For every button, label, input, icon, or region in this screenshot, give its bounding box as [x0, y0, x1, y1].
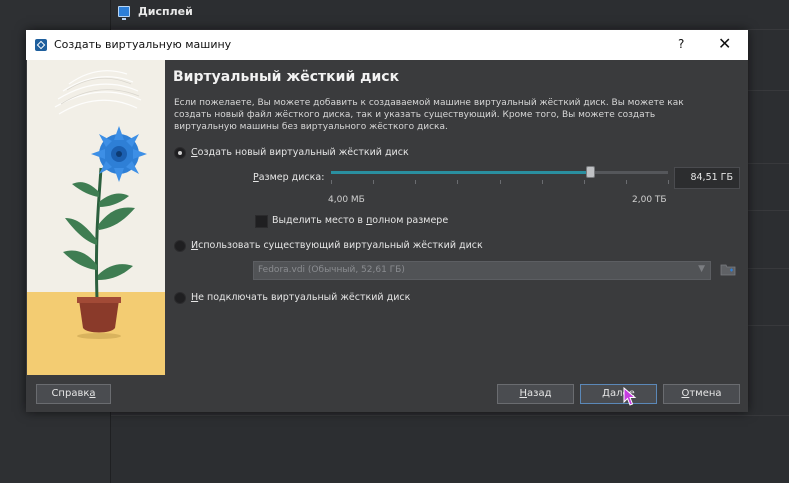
min-size-label: 4,00 МБ [328, 195, 365, 205]
page-title: Виртуальный жёсткий диск [173, 69, 400, 85]
create-new-disk-label[interactable]: Создать новый виртуальный жёсткий диск [191, 147, 409, 158]
help-question-button[interactable]: ? [678, 37, 684, 51]
disk-size-input[interactable]: 84,51 ГБ [674, 167, 740, 189]
no-disk-label[interactable]: Не подключать виртуальный жёсткий диск [191, 292, 410, 303]
display-section-header[interactable]: Дисплей [118, 5, 193, 20]
background-row-divider [111, 415, 789, 416]
no-disk-radio[interactable] [174, 292, 186, 304]
display-section-label: Дисплей [138, 5, 193, 18]
use-existing-disk-radio[interactable] [174, 240, 186, 252]
slider-tick [457, 180, 459, 184]
page-description: Если пожелаете, Вы можете добавить к соз… [174, 98, 684, 132]
disk-size-slider-fill [331, 171, 591, 174]
slider-tick [625, 180, 627, 184]
slider-tick [541, 180, 543, 184]
create-new-disk-radio[interactable] [174, 147, 186, 159]
disk-size-slider-handle[interactable] [586, 166, 596, 178]
dialog-titlebar[interactable]: Создать виртуальную машину ? ✕ [26, 30, 748, 60]
slider-tick [583, 180, 585, 184]
plant-illustration [27, 60, 165, 375]
cancel-button[interactable]: Отмена [663, 384, 740, 404]
create-vm-dialog: Создать виртуальную машину ? ✕ Виртуальн… [26, 30, 748, 412]
existing-disk-value: Fedora.vdi (Обычный, 52,61 ГБ) [258, 265, 405, 275]
chevron-down-icon: ▼ [698, 264, 705, 274]
preallocate-checkbox[interactable] [255, 215, 268, 228]
slider-tick [499, 180, 501, 184]
monitor-icon [118, 6, 130, 20]
virtualbox-icon [35, 39, 47, 51]
close-icon[interactable]: ✕ [718, 34, 731, 54]
wizard-illustration [27, 60, 165, 375]
mouse-cursor-icon [623, 387, 637, 406]
disk-size-slider[interactable] [331, 166, 668, 178]
slider-tick [331, 180, 332, 184]
choose-disk-folder-icon[interactable] [720, 262, 736, 277]
slider-tick [373, 180, 375, 184]
dialog-title: Создать виртуальную машину [54, 38, 232, 51]
disk-size-label: Размер диска: [253, 172, 325, 183]
slider-tick [668, 180, 669, 184]
existing-disk-select[interactable]: Fedora.vdi (Обычный, 52,61 ГБ) ▼ [253, 261, 711, 280]
max-size-label: 2,00 ТБ [632, 195, 667, 205]
use-existing-disk-label[interactable]: Использовать существующий виртуальный жё… [191, 240, 483, 251]
slider-tick [415, 180, 417, 184]
next-button[interactable]: Далее [580, 384, 657, 404]
help-button[interactable]: Справка [36, 384, 111, 404]
preallocate-label[interactable]: Выделить место в полном размере [272, 215, 448, 226]
back-button[interactable]: Назад [497, 384, 574, 404]
